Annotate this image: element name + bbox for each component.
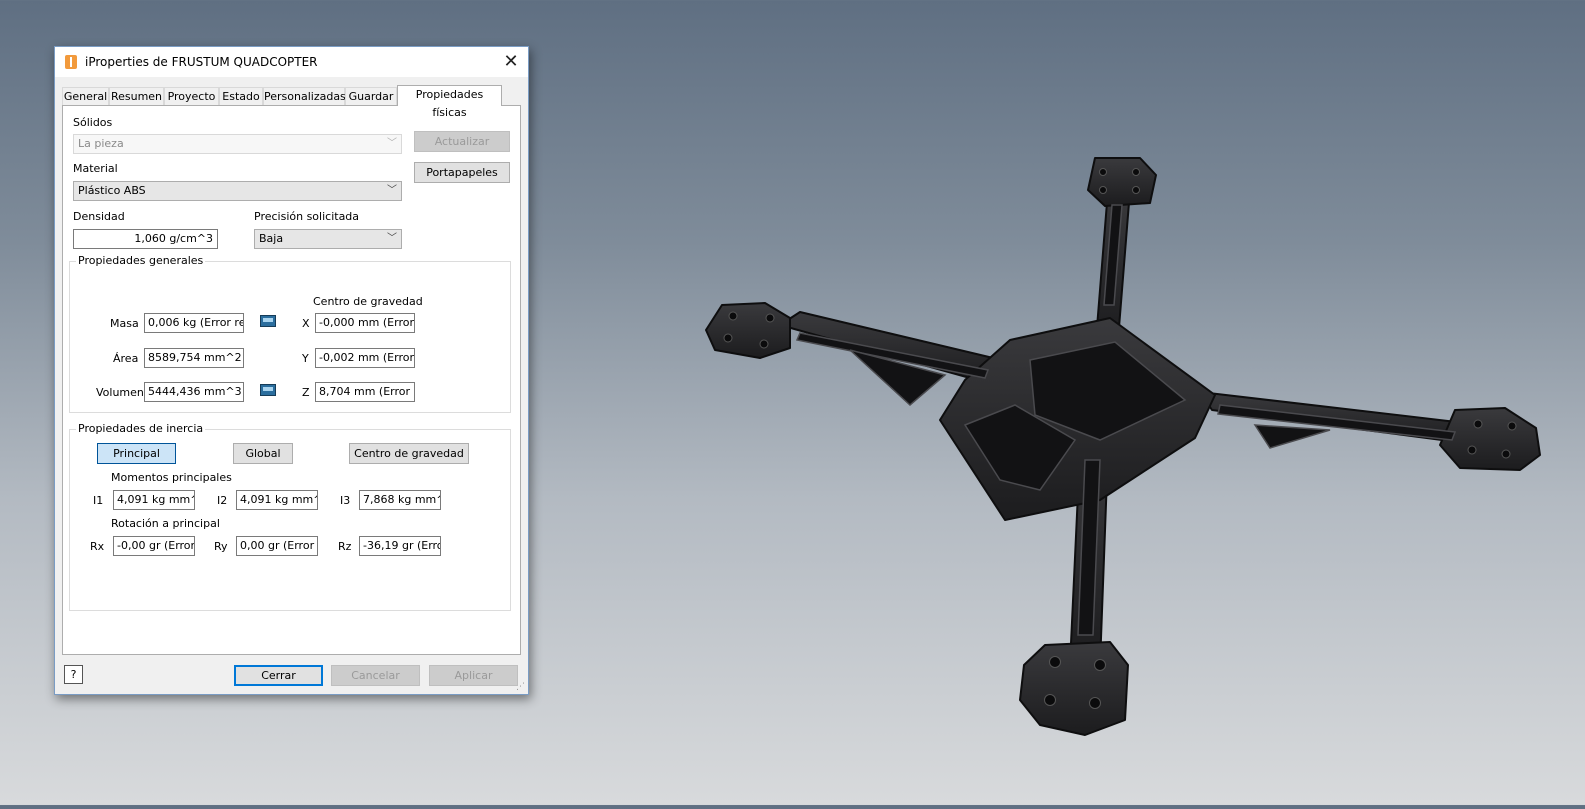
material-select[interactable]: Plástico ABS ﹀ [73,181,402,201]
center-of-gravity-button[interactable]: Centro de gravedad [349,443,469,464]
i2-label: I2 [217,494,228,507]
close-button[interactable]: Cerrar [234,665,323,686]
volume-field[interactable]: 5444,436 mm^3 (E [144,382,244,402]
cog-y-field[interactable]: -0,002 mm (Error re [315,348,415,368]
density-label: Densidad [73,210,125,223]
area-field[interactable]: 8589,754 mm^2 (E [144,348,244,368]
iproperties-dialog: iProperties de FRUSTUM QUADCOPTER ✕ Gene… [54,46,529,695]
iproperties-app-icon [65,55,77,69]
material-value: Plástico ABS [78,184,146,197]
y-label: Y [302,352,309,365]
center-of-gravity-title: Centro de gravedad [313,295,423,308]
area-label: Área [113,352,139,365]
rx-field[interactable]: -0,00 gr (Error r [113,536,195,556]
rotation-title: Rotación a principal [111,517,220,530]
physical-properties-panel: Sólidos La pieza ﹀ Actualizar Portapapel… [62,105,521,655]
rz-field[interactable]: -36,19 gr (Error [359,536,441,556]
inertia-properties-title: Propiedades de inercia [76,422,206,435]
chevron-down-icon: ﹀ [387,233,397,244]
i1-field[interactable]: 4,091 kg mm^2 [113,490,195,510]
cog-x-field[interactable]: -0,000 mm (Error re [315,313,415,333]
tab-propiedades-fisicas[interactable]: Propiedades físicas [397,85,502,119]
i2-field[interactable]: 4,091 kg mm^2 [236,490,318,510]
tab-estado[interactable]: Estado [219,87,263,105]
precision-select[interactable]: Baja ﹀ [254,229,402,249]
tab-proyecto[interactable]: Proyecto [164,87,219,105]
i1-label: I1 [93,494,104,507]
cog-z-field[interactable]: 8,704 mm (Error rel [315,382,415,402]
mass-label: Masa [110,317,139,330]
dialog-title: iProperties de FRUSTUM QUADCOPTER [85,55,318,69]
update-button[interactable]: Actualizar [414,131,510,152]
chevron-down-icon: ﹀ [387,185,397,196]
chevron-down-icon: ﹀ [387,138,397,149]
clipboard-button[interactable]: Portapapeles [414,162,510,183]
tab-guardar[interactable]: Guardar [345,87,397,105]
title-bar[interactable]: iProperties de FRUSTUM QUADCOPTER ✕ [55,47,528,77]
density-field[interactable]: 1,060 g/cm^3 [73,229,218,249]
rz-label: Rz [338,540,352,553]
principal-moments-title: Momentos principales [111,471,232,484]
general-properties-title: Propiedades generales [76,254,206,267]
z-label: Z [302,386,310,399]
solids-select[interactable]: La pieza ﹀ [73,134,402,154]
precision-value: Baja [259,232,284,245]
material-label: Material [73,162,118,175]
principal-button[interactable]: Principal [97,443,176,464]
tab-personalizadas[interactable]: Personalizadas [263,87,346,105]
ry-label: Ry [214,540,228,553]
i3-label: I3 [340,494,351,507]
cancel-button[interactable]: Cancelar [331,665,420,686]
apply-button[interactable]: Aplicar [429,665,518,686]
precision-label: Precisión solicitada [254,210,360,223]
resize-grip-icon[interactable]: ⋰ [516,682,526,692]
x-label: X [302,317,310,330]
general-properties-group: Propiedades generales Centro de gravedad… [69,254,511,413]
help-icon[interactable]: ? [64,665,83,684]
calculator-icon[interactable] [260,315,276,327]
i3-field[interactable]: 7,868 kg mm^2 [359,490,441,510]
global-button[interactable]: Global [233,443,293,464]
close-icon[interactable]: ✕ [500,51,522,73]
calculator-icon[interactable] [260,384,276,396]
rx-label: Rx [90,540,105,553]
volume-label: Volumen [96,386,144,399]
ry-field[interactable]: 0,00 gr (Error re [236,536,318,556]
solids-value: La pieza [78,137,124,150]
tab-general[interactable]: General [62,87,109,105]
solids-label: Sólidos [73,116,113,129]
mass-field[interactable]: 0,006 kg (Error rela [144,313,244,333]
inertia-properties-group: Propiedades de inercia Principal Global … [69,422,511,611]
tab-resumen[interactable]: Resumen [109,87,164,105]
